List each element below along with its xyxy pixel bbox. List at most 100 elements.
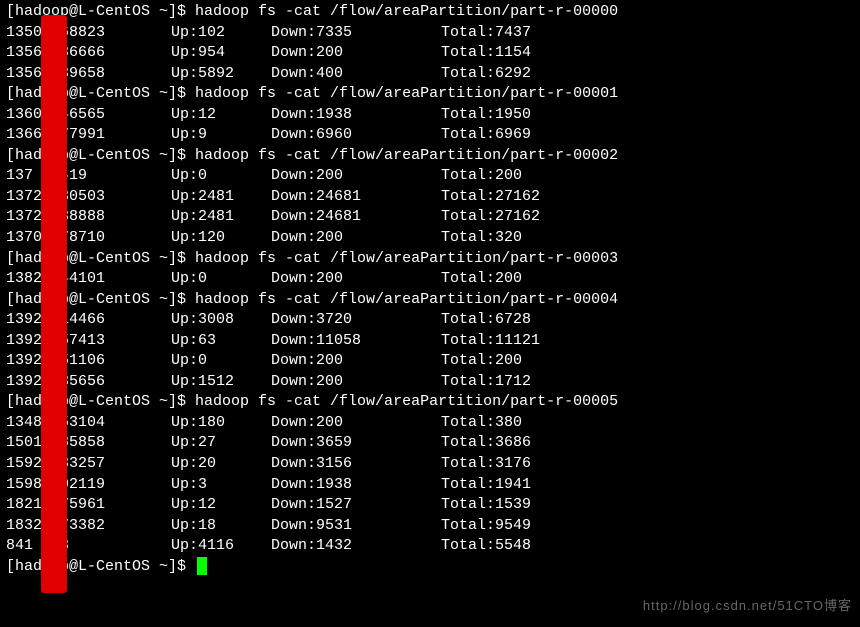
prompt-line[interactable]: [hadoop@L-CentOS ~]$ hadoop fs -cat /flo… (6, 146, 854, 167)
down-value: Down:3156 (271, 454, 441, 475)
output-row: 137 99419Up:0Down:200Total:200 (6, 166, 854, 187)
down-value: Down:1938 (271, 475, 441, 496)
down-value: Down:200 (271, 372, 441, 393)
shell-prompt: [hadoop@L-CentOS ~]$ (6, 290, 195, 311)
down-value: Down:200 (271, 43, 441, 64)
prompt-line[interactable]: [hadoop@L-CentOS ~]$ hadoop fs -cat /flo… (6, 2, 854, 23)
watermark-text: http://blog.csdn.net/51CTO博客 (643, 597, 852, 615)
total-value: Total:3686 (441, 433, 854, 454)
command-text: hadoop fs -cat /flow/areaPartition/part-… (195, 290, 618, 311)
phone-value: 1356 439658 (6, 64, 171, 85)
total-value: Total:11121 (441, 331, 854, 352)
terminal-output: [hadoop@L-CentOS ~]$ hadoop fs -cat /flo… (6, 2, 854, 577)
up-value: Up:20 (171, 454, 271, 475)
down-value: Down:24681 (271, 207, 441, 228)
prompt-line[interactable]: [hadoop@L-CentOS ~]$ hadoop fs -cat /flo… (6, 84, 854, 105)
phone-value: 1392 814466 (6, 310, 171, 331)
output-row: 1821 575961Up:12Down:1527Total:1539 (6, 495, 854, 516)
up-value: Up:2481 (171, 207, 271, 228)
total-value: Total:320 (441, 228, 854, 249)
down-value: Down:6960 (271, 125, 441, 146)
down-value: Down:3659 (271, 433, 441, 454)
total-value: Total:1950 (441, 105, 854, 126)
phone-value: 1598 002119 (6, 475, 171, 496)
output-row: 1392 435656Up:1512Down:200Total:1712 (6, 372, 854, 393)
output-row: 1366 577991Up:9Down:6960Total:6969 (6, 125, 854, 146)
down-value: Down:1527 (271, 495, 441, 516)
down-value: Down:11058 (271, 331, 441, 352)
command-text: hadoop fs -cat /flow/areaPartition/part-… (195, 2, 618, 23)
output-row: 1350 468823Up:102Down:7335Total:7437 (6, 23, 854, 44)
phone-value: 1372 238888 (6, 207, 171, 228)
prompt-line[interactable]: [hadoop@L-CentOS ~]$ hadoop fs -cat /flo… (6, 249, 854, 270)
output-row: 1348 253104Up:180Down:200Total:380 (6, 413, 854, 434)
phone-value: 1392 435656 (6, 372, 171, 393)
up-value: Up:5892 (171, 64, 271, 85)
up-value: Up:12 (171, 495, 271, 516)
phone-value: 1501 685858 (6, 433, 171, 454)
up-value: Up:2481 (171, 187, 271, 208)
phone-value: 1392 251106 (6, 351, 171, 372)
total-value: Total:1154 (441, 43, 854, 64)
down-value: Down:24681 (271, 187, 441, 208)
prompt-line[interactable]: [hadoop@L-CentOS ~]$ hadoop fs -cat /flo… (6, 392, 854, 413)
up-value: Up:12 (171, 105, 271, 126)
cursor-icon (197, 557, 207, 575)
total-value: Total:9549 (441, 516, 854, 537)
output-row: 1356 436666Up:954Down:200Total:1154 (6, 43, 854, 64)
output-row: 1392 814466Up:3008Down:3720Total:6728 (6, 310, 854, 331)
total-value: Total:6969 (441, 125, 854, 146)
up-value: Up:63 (171, 331, 271, 352)
total-value: Total:200 (441, 351, 854, 372)
phone-value: 1832 173382 (6, 516, 171, 537)
command-text: hadoop fs -cat /flow/areaPartition/part-… (195, 392, 618, 413)
down-value: Down:3720 (271, 310, 441, 331)
shell-prompt: [hadoop@L-CentOS ~]$ (6, 392, 195, 413)
up-value: Up:18 (171, 516, 271, 537)
phone-value: 1360 846565 (6, 105, 171, 126)
phone-value: 1372 230503 (6, 187, 171, 208)
up-value: Up:9 (171, 125, 271, 146)
output-row: 1370 778710Up:120Down:200Total:320 (6, 228, 854, 249)
up-value: Up:3 (171, 475, 271, 496)
total-value: Total:7437 (441, 23, 854, 44)
prompt-line[interactable]: [hadoop@L-CentOS ~]$ (6, 557, 854, 578)
total-value: Total:27162 (441, 187, 854, 208)
down-value: Down:9531 (271, 516, 441, 537)
total-value: Total:6728 (441, 310, 854, 331)
up-value: Up:102 (171, 23, 271, 44)
phone-value: 1366 577991 (6, 125, 171, 146)
up-value: Up:0 (171, 351, 271, 372)
up-value: Up:954 (171, 43, 271, 64)
shell-prompt: [hadoop@L-CentOS ~]$ (6, 2, 195, 23)
command-text: hadoop fs -cat /flow/areaPartition/part-… (195, 146, 618, 167)
down-value: Down:400 (271, 64, 441, 85)
output-row: 1832 173382Up:18Down:9531Total:9549 (6, 516, 854, 537)
output-row: 1356 439658Up:5892Down:400Total:6292 (6, 64, 854, 85)
down-value: Down:200 (271, 269, 441, 290)
down-value: Down:1938 (271, 105, 441, 126)
total-value: Total:200 (441, 166, 854, 187)
down-value: Down:1432 (271, 536, 441, 557)
total-value: Total:200 (441, 269, 854, 290)
total-value: Total:3176 (441, 454, 854, 475)
output-row: 841 413Up:4116Down:1432Total:5548 (6, 536, 854, 557)
up-value: Up:0 (171, 166, 271, 187)
prompt-line[interactable]: [hadoop@L-CentOS ~]$ hadoop fs -cat /flo… (6, 290, 854, 311)
phone-value: 841 413 (6, 536, 171, 557)
output-row: 1392 057413Up:63Down:11058Total:11121 (6, 331, 854, 352)
up-value: Up:120 (171, 228, 271, 249)
down-value: Down:7335 (271, 23, 441, 44)
phone-value: 1350 468823 (6, 23, 171, 44)
down-value: Down:200 (271, 228, 441, 249)
total-value: Total:6292 (441, 64, 854, 85)
phone-value: 1592 133257 (6, 454, 171, 475)
phone-value: 1348 253104 (6, 413, 171, 434)
command-text: hadoop fs -cat /flow/areaPartition/part-… (195, 84, 618, 105)
output-row: 1598 002119Up:3Down:1938Total:1941 (6, 475, 854, 496)
up-value: Up:4116 (171, 536, 271, 557)
total-value: Total:380 (441, 413, 854, 434)
shell-prompt: [hadoop@L-CentOS ~]$ (6, 249, 195, 270)
output-row: 1501 685858Up:27Down:3659Total:3686 (6, 433, 854, 454)
phone-value: 1370 778710 (6, 228, 171, 249)
